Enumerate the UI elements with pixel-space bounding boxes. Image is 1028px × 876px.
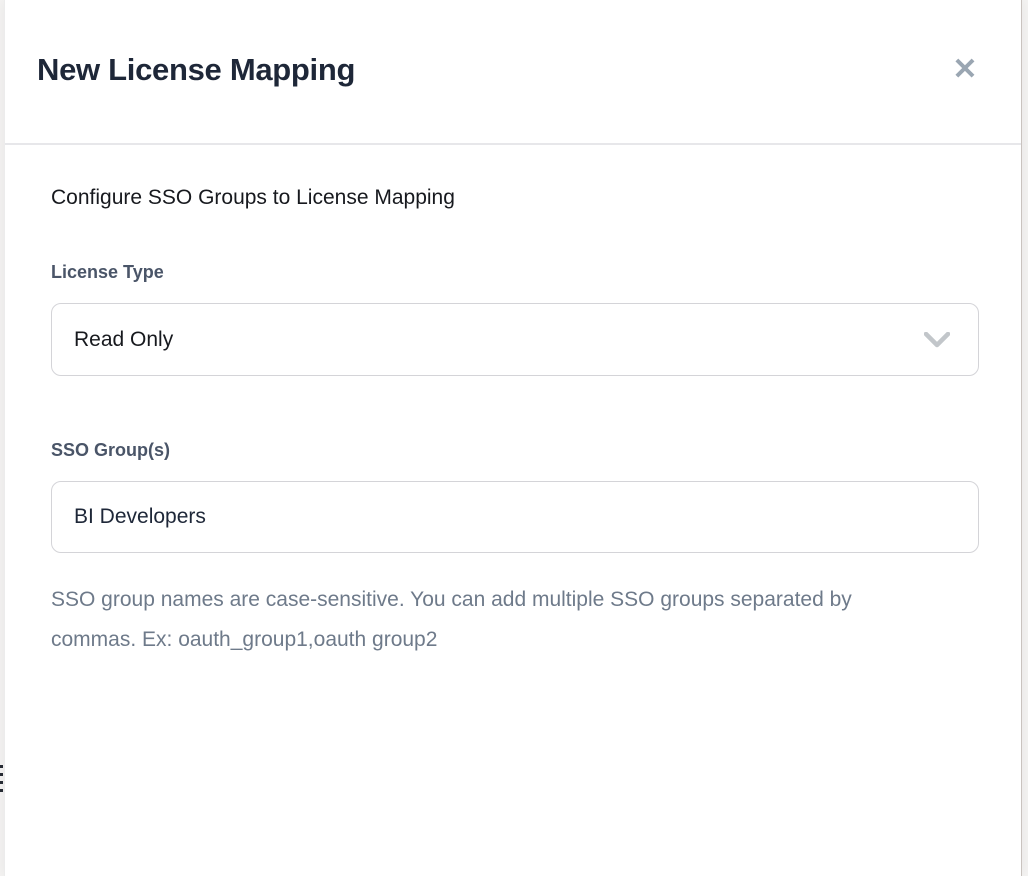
background-page-icon-fragment (0, 765, 3, 768)
page: New License Mapping ✕ Configure SSO Grou… (0, 0, 1028, 876)
modal-body: Configure SSO Groups to License Mapping … (5, 145, 1021, 660)
sso-groups-help-text: SSO group names are case-sensitive. You … (51, 580, 891, 660)
modal-title: New License Mapping (37, 52, 355, 88)
modal-subheading: Configure SSO Groups to License Mapping (51, 186, 975, 210)
license-type-selected-value: Read Only (74, 328, 173, 352)
new-license-mapping-modal: New License Mapping ✕ Configure SSO Grou… (4, 0, 1022, 876)
background-page-icon-fragment (0, 773, 3, 776)
license-type-label: License Type (51, 262, 975, 283)
sso-groups-label: SSO Group(s) (51, 440, 975, 461)
sso-groups-input[interactable] (51, 481, 979, 553)
chevron-down-icon (924, 332, 950, 348)
modal-header: New License Mapping ✕ (5, 0, 1021, 145)
license-type-select[interactable]: Read Only (51, 303, 979, 376)
background-page-icon-fragment (0, 781, 3, 784)
background-page-icon-fragment (0, 789, 3, 792)
close-icon: ✕ (952, 55, 977, 85)
close-button[interactable]: ✕ (945, 50, 985, 90)
